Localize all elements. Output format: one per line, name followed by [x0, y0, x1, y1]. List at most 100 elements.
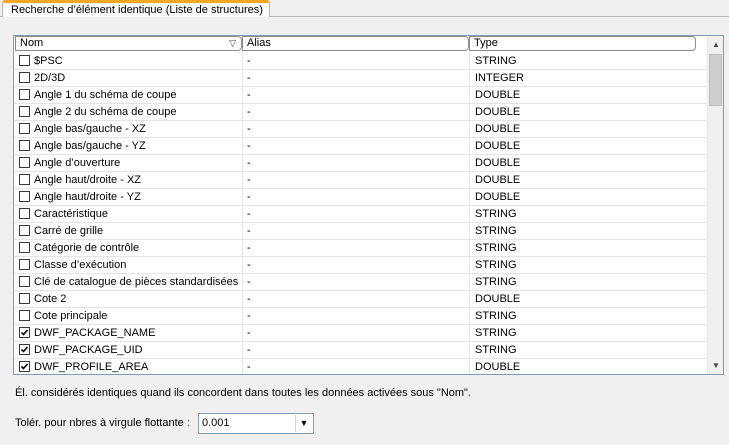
row-alias: -	[247, 123, 251, 135]
column-divider	[242, 172, 243, 188]
table-row[interactable]: Angle bas/gauche - YZ - DOUBLE	[14, 138, 707, 155]
row-checkbox[interactable]	[19, 72, 30, 83]
table-row[interactable]: Clé de catalogue de pièces standardisées…	[14, 274, 707, 291]
row-type: DOUBLE	[475, 106, 521, 118]
sort-down-icon: ▽	[229, 38, 236, 48]
row-checkbox[interactable]	[19, 208, 30, 219]
row-checkbox[interactable]	[19, 123, 30, 134]
row-checkbox[interactable]	[19, 55, 30, 66]
row-checkbox[interactable]	[19, 191, 30, 202]
row-alias: -	[247, 208, 251, 220]
row-type: STRING	[475, 242, 517, 254]
identity-note: Él. considérés identiques quand ils conc…	[15, 387, 472, 399]
column-divider	[242, 342, 243, 358]
row-type: STRING	[475, 344, 517, 356]
arrow-up-icon[interactable]: ▲	[708, 36, 723, 53]
row-alias: -	[247, 344, 251, 356]
row-checkbox[interactable]	[19, 157, 30, 168]
table-row[interactable]: Cote 2 - DOUBLE	[14, 291, 707, 308]
row-name: Angle haut/droite - XZ	[34, 174, 142, 186]
row-name: Angle d’ouverture	[34, 157, 121, 169]
property-list[interactable]: Nom ▽ Alias Type $PSC - STRING 2D/3D - INTEGE…	[13, 35, 724, 375]
row-checkbox[interactable]	[19, 106, 30, 117]
row-checkbox[interactable]	[19, 344, 30, 355]
row-checkbox[interactable]	[19, 310, 30, 321]
arrow-down-icon[interactable]: ▼	[708, 357, 723, 374]
column-divider	[469, 240, 470, 256]
table-row[interactable]: Angle 1 du schéma de coupe - DOUBLE	[14, 87, 707, 104]
tolerance-value: 0.001	[202, 417, 230, 429]
column-divider	[242, 257, 243, 273]
table-row[interactable]: 2D/3D - INTEGER	[14, 70, 707, 87]
row-checkbox[interactable]	[19, 259, 30, 270]
table-row[interactable]: Carré de grille - STRING	[14, 223, 707, 240]
column-divider	[469, 172, 470, 188]
tab-structure-list[interactable]: Recherche d’élément identique (Liste de …	[2, 0, 270, 17]
table-row[interactable]: DWF_PACKAGE_UID - STRING	[14, 342, 707, 359]
table-row[interactable]: DWF_PACKAGE_NAME - STRING	[14, 325, 707, 342]
row-type: STRING	[475, 259, 517, 271]
tolerance-dropdown[interactable]: 0.001 ▼	[198, 413, 314, 434]
table-row[interactable]: Angle 2 du schéma de coupe - DOUBLE	[14, 104, 707, 121]
column-divider	[469, 206, 470, 222]
column-divider	[469, 359, 470, 374]
column-divider	[242, 53, 243, 69]
scrollbar-thumb[interactable]	[709, 54, 722, 106]
row-checkbox[interactable]	[19, 174, 30, 185]
tolerance-label: Tolér. pour nbres à virgule flottante :	[15, 417, 190, 429]
row-checkbox[interactable]	[19, 89, 30, 100]
table-row[interactable]: Caractéristique - STRING	[14, 206, 707, 223]
table-row[interactable]: Catégorie de contrôle - STRING	[14, 240, 707, 257]
row-name: Angle haut/droite - YZ	[34, 191, 141, 203]
table-row[interactable]: DWF_PROFILE_AREA - DOUBLE	[14, 359, 707, 374]
row-name: Classe d’exécution	[34, 259, 127, 271]
column-header-alias[interactable]: Alias	[242, 36, 469, 51]
row-name: Catégorie de contrôle	[34, 242, 140, 254]
row-type: STRING	[475, 55, 517, 67]
row-checkbox[interactable]	[19, 361, 30, 372]
row-checkbox[interactable]	[19, 293, 30, 304]
vertical-scrollbar[interactable]: ▲ ▼	[707, 36, 723, 374]
row-type: STRING	[475, 208, 517, 220]
column-divider	[469, 291, 470, 307]
table-row[interactable]: Classe d’exécution - STRING	[14, 257, 707, 274]
row-alias: -	[247, 327, 251, 339]
column-divider	[469, 325, 470, 341]
row-name: Angle bas/gauche - YZ	[34, 140, 146, 152]
column-divider	[242, 121, 243, 137]
column-header-type-label: Type	[474, 37, 498, 49]
row-alias: -	[247, 140, 251, 152]
row-alias: -	[247, 55, 251, 67]
table-row[interactable]: $PSC - STRING	[14, 53, 707, 70]
column-divider	[242, 206, 243, 222]
table-row[interactable]: Angle haut/droite - YZ - DOUBLE	[14, 189, 707, 206]
row-checkbox[interactable]	[19, 242, 30, 253]
table-row[interactable]: Cote principale - STRING	[14, 308, 707, 325]
table-row[interactable]: Angle d’ouverture - DOUBLE	[14, 155, 707, 172]
row-alias: -	[247, 276, 251, 288]
column-divider	[242, 274, 243, 290]
row-type: DOUBLE	[475, 361, 521, 373]
row-type: DOUBLE	[475, 89, 521, 101]
chevron-down-icon[interactable]: ▼	[295, 415, 312, 432]
table-row[interactable]: Angle bas/gauche - XZ - DOUBLE	[14, 121, 707, 138]
row-name: Caractéristique	[34, 208, 108, 220]
row-checkbox[interactable]	[19, 276, 30, 287]
row-type: DOUBLE	[475, 174, 521, 186]
row-type: STRING	[475, 310, 517, 322]
column-header-alias-label: Alias	[247, 37, 271, 49]
table-row[interactable]: Angle haut/droite - XZ - DOUBLE	[14, 172, 707, 189]
row-name: DWF_PACKAGE_NAME	[34, 327, 156, 339]
row-alias: -	[247, 310, 251, 322]
column-divider	[242, 138, 243, 154]
row-name: Cote 2	[34, 293, 67, 305]
row-alias: -	[247, 89, 251, 101]
row-alias: -	[247, 174, 251, 186]
row-checkbox[interactable]	[19, 140, 30, 151]
row-checkbox[interactable]	[19, 225, 30, 236]
column-header-name[interactable]: Nom ▽	[15, 36, 242, 51]
column-header-type[interactable]: Type	[469, 36, 696, 51]
row-checkbox[interactable]	[19, 327, 30, 338]
row-name: Angle 2 du schéma de coupe	[34, 106, 177, 118]
row-name: Carré de grille	[34, 225, 104, 237]
